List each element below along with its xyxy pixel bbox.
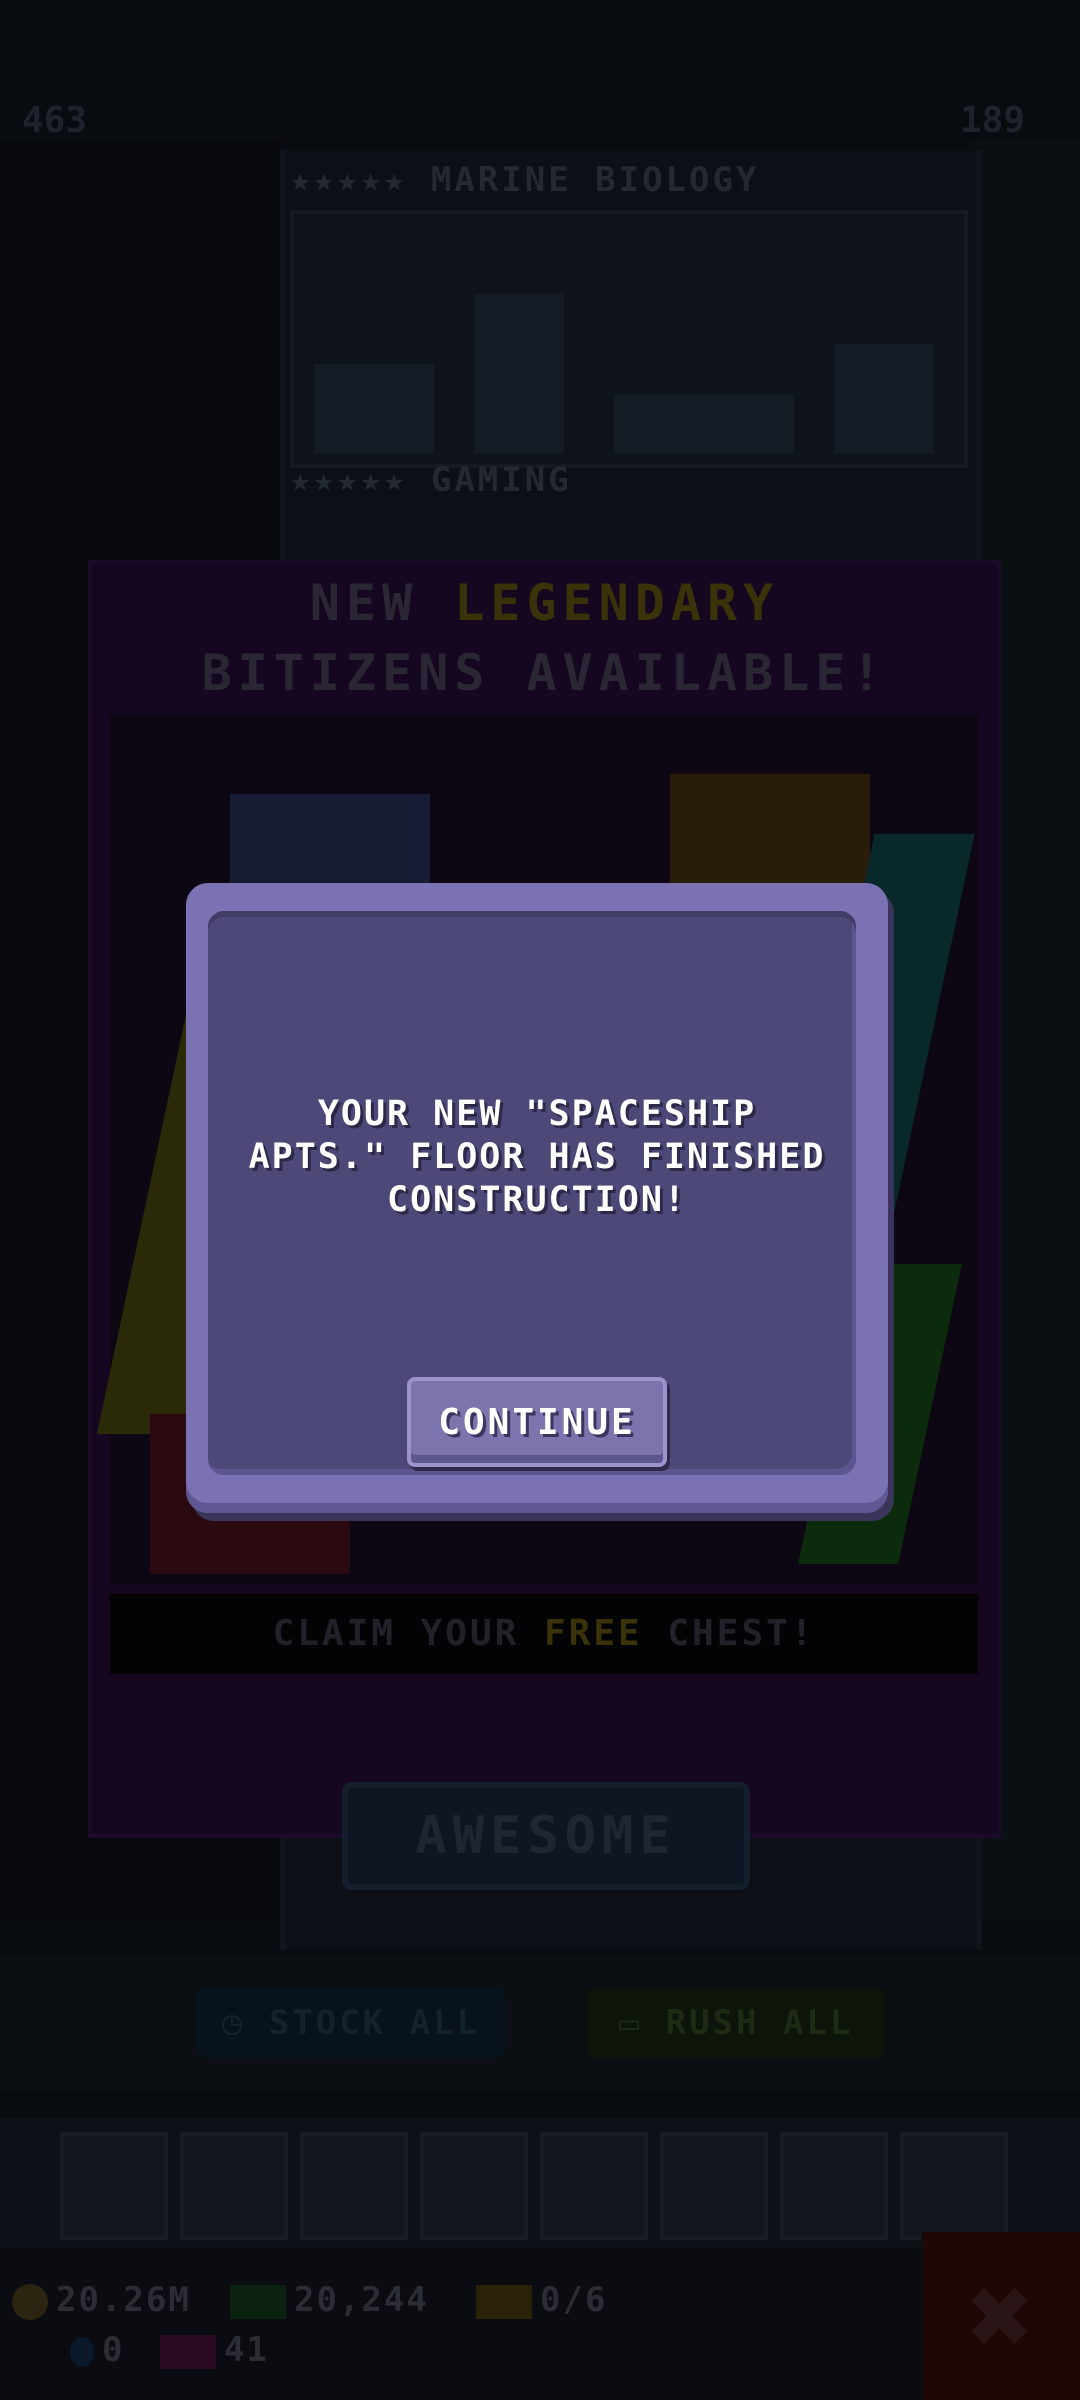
claim-free-highlight: FREE <box>544 1613 643 1654</box>
level-stat: 41 <box>160 2330 269 2370</box>
level-badge-icon <box>160 2334 216 2369</box>
right-counter: 189 <box>960 100 1026 141</box>
left-counter: 463 <box>22 100 88 141</box>
floor-stars: ★★★★★ <box>290 160 408 200</box>
promo-title-legendary: LEGENDARY <box>454 574 780 632</box>
construction-complete-dialog: YOUR NEW "SPACESHIP APTS." FLOOR HAS FIN… <box>186 883 888 1513</box>
action-bar <box>0 1955 1080 2090</box>
stock-all-button[interactable]: ◷ STOCK ALL <box>196 1988 506 2058</box>
claim-free-chest[interactable]: CLAIM YOUR FREE CHEST! <box>110 1594 978 1674</box>
floor-name: GAMING <box>430 460 572 500</box>
awesome-button[interactable]: AWESOME <box>342 1782 750 1890</box>
coins-stat: 20.26M <box>12 2280 191 2320</box>
ticket-icon <box>476 2284 532 2319</box>
coin-icon <box>12 2283 48 2320</box>
floor-stars: ★★★★★ <box>290 460 408 500</box>
promo-title: NEW LEGENDARY <box>309 574 780 632</box>
status-bar <box>0 2250 1080 2400</box>
clock-icon: ◷ <box>221 2003 246 2043</box>
bux-stat: 20,244 <box>230 2280 429 2320</box>
continue-button[interactable]: CONTINUE <box>407 1377 667 1467</box>
dialog-message: YOUR NEW "SPACESHIP APTS." FLOOR HAS FIN… <box>248 1094 826 1220</box>
bux-icon: ▭ <box>618 2003 643 2043</box>
floor-name: MARINE BIOLOGY <box>430 160 760 200</box>
tickets-stat: 0/6 <box>476 2280 607 2320</box>
gems-stat: 0 <box>70 2330 124 2370</box>
floor-label-marine-biology: ★★★★★ MARINE BIOLOGY <box>290 160 759 200</box>
close-button[interactable]: ✖ <box>922 2232 1080 2400</box>
close-icon: ✖ <box>967 2252 1035 2380</box>
gem-icon <box>70 2336 94 2367</box>
floor-marine-biology[interactable] <box>290 210 968 468</box>
rush-all-button[interactable]: ▭ RUSH ALL <box>586 1988 886 2058</box>
promo-subtitle: BITIZENS AVAILABLE! <box>201 644 888 702</box>
bux-icon <box>230 2284 286 2319</box>
floor-label-gaming: ★★★★★ GAMING <box>290 460 572 500</box>
floor-icon-strip <box>0 2118 1080 2248</box>
